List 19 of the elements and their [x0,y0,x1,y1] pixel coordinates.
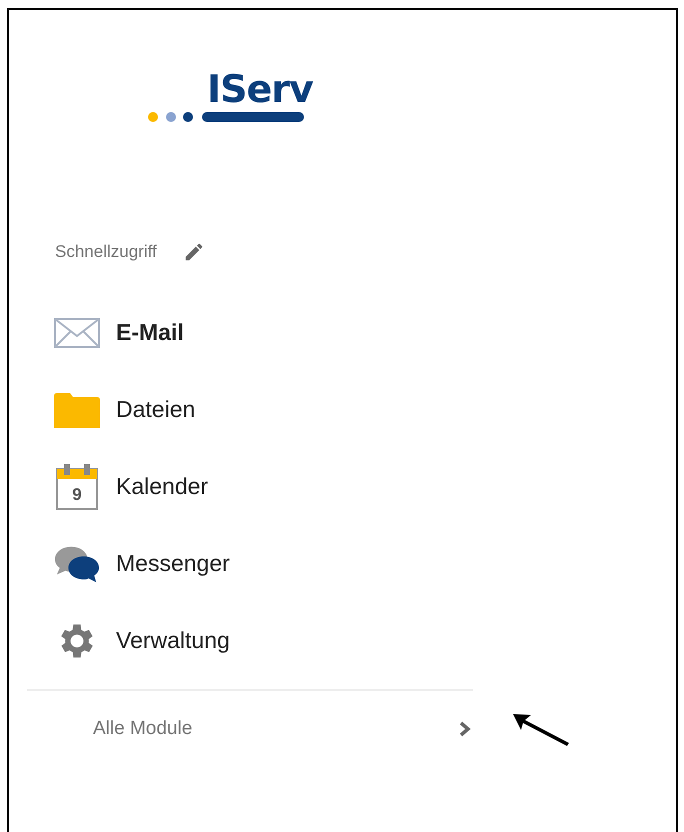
menu-item[interactable]: Messenger [9,525,475,602]
menu-label: Messenger [116,550,230,577]
folder-icon [54,392,100,428]
menu-label: Dateien [116,396,196,423]
calendar-icon [55,464,99,510]
calendar-day: 9 [66,484,88,504]
menu-item[interactable]: Dateien [9,371,475,448]
menu-item[interactable]: Verwaltung [9,602,475,679]
menu-label: Verwaltung [116,627,230,654]
section-title: Schnellzugriff [55,242,157,262]
menu-item[interactable]: 9 Kalender [9,448,475,525]
menu-item[interactable]: E-Mail [9,294,475,371]
pointer-arrow-drawing [511,711,571,747]
menu-label: Kalender [116,473,208,500]
all-modules-link[interactable]: Alle Module [93,718,471,740]
menu-label: E-Mail [116,319,184,346]
envelope-icon [54,318,100,348]
logo-text: IServ [207,70,313,108]
chevron-icon [459,721,471,737]
